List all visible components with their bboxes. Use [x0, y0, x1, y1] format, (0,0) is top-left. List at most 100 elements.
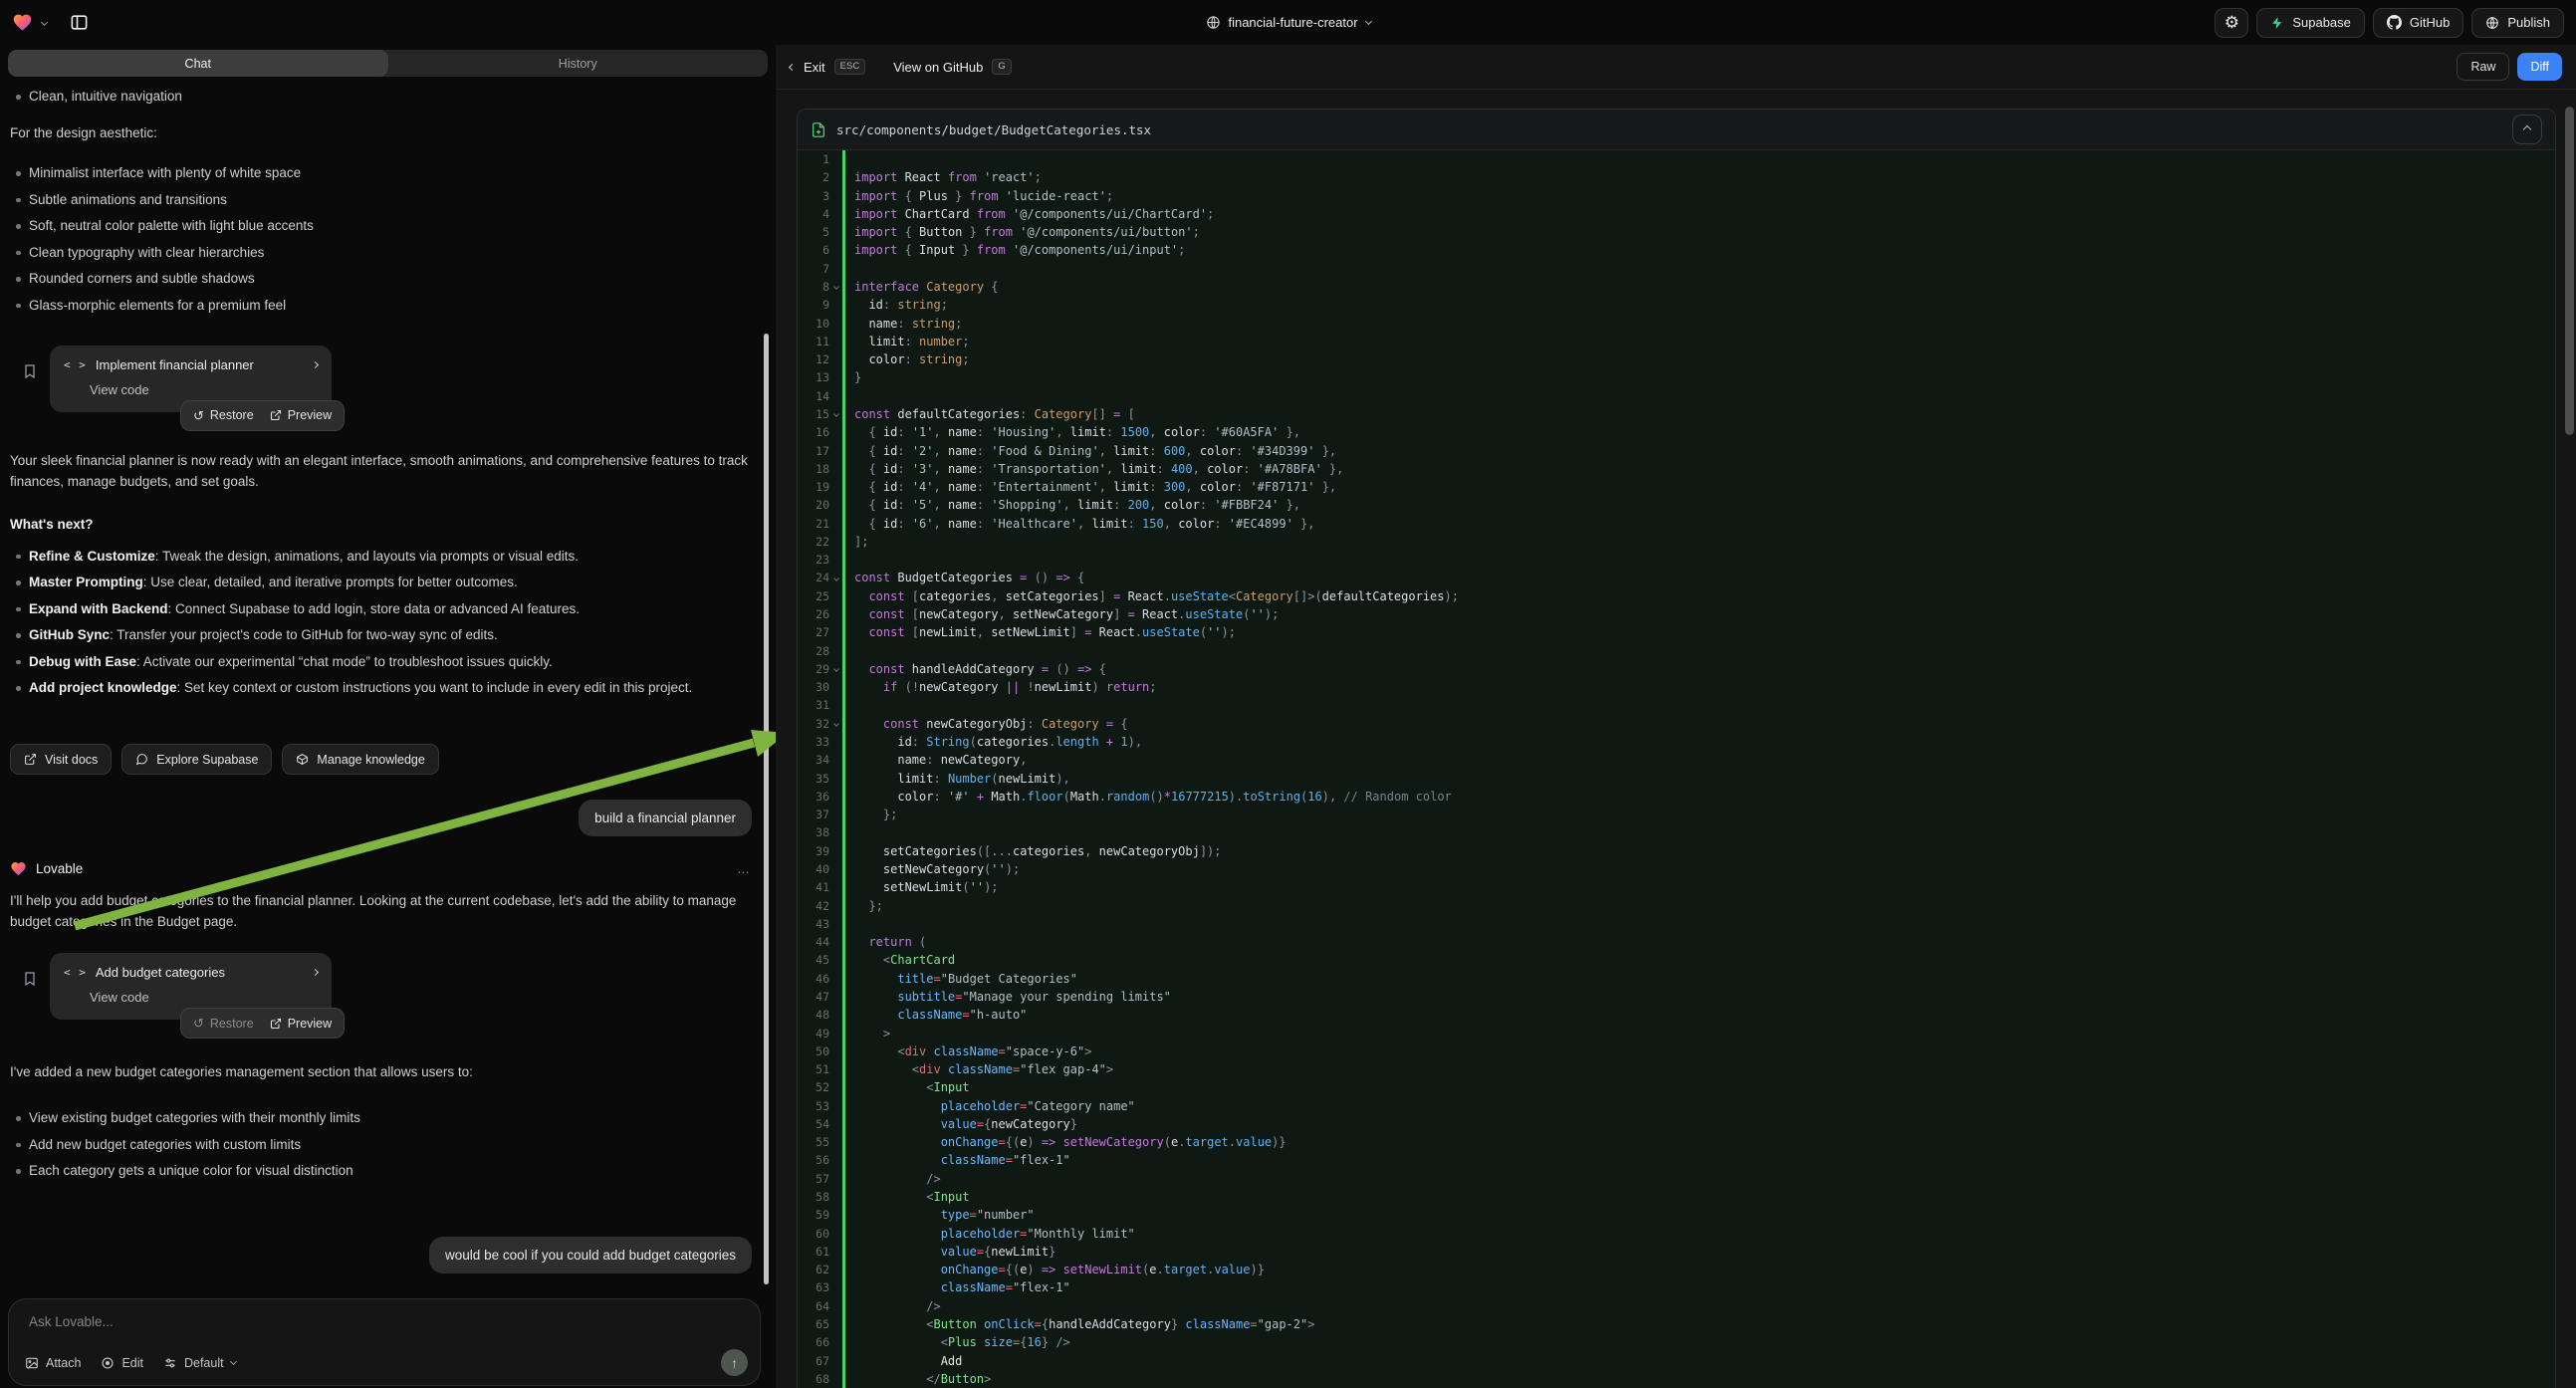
diff-toggle-button[interactable]: Diff: [2517, 53, 2562, 81]
sliders-icon: [163, 1356, 177, 1370]
code-line: 21 { id: '6', name: 'Healthcare', limit:…: [798, 515, 2555, 533]
code-line: 59 type="number": [798, 1206, 2555, 1224]
code-line: 44 return (: [798, 933, 2555, 951]
code-line: 57 />: [798, 1170, 2555, 1188]
send-button[interactable]: ↑: [721, 1349, 748, 1376]
tab-chat[interactable]: Chat: [8, 50, 388, 77]
code-line: 9 id: string;: [798, 296, 2555, 314]
code-line: 5import { Button } from '@/components/ui…: [798, 223, 2555, 241]
bullet-item: Debug with Ease: Activate our experiment…: [10, 652, 747, 672]
user-message: would be cool if you could add budget ca…: [429, 1237, 752, 1273]
external-link-icon: [24, 753, 37, 766]
scrolled-bullet-list: Clean, intuitive navigation: [10, 87, 766, 107]
chat-message-list[interactable]: Clean, intuitive navigation For the desi…: [0, 77, 776, 1284]
mode-selector[interactable]: Default: [163, 1356, 236, 1370]
edit-button[interactable]: Edit: [101, 1356, 143, 1370]
project-selector[interactable]: financial-future-creator: [1205, 0, 1370, 45]
chat-tabs: Chat History: [8, 50, 768, 77]
view-code-link[interactable]: View code: [90, 990, 149, 1005]
code-line: 14: [798, 387, 2555, 405]
bookmark-icon[interactable]: [22, 970, 38, 988]
github-button[interactable]: GitHub: [2373, 8, 2463, 38]
explore-supabase-button[interactable]: Explore Supabase: [121, 744, 272, 775]
version-title: Add budget categories: [96, 965, 304, 980]
code-line: 55 onChange={(e) => setNewCategory(e.tar…: [798, 1133, 2555, 1151]
code-line: 49 >: [798, 1025, 2555, 1042]
restore-button[interactable]: ↺ Restore: [193, 408, 254, 422]
gear-icon: ⚙: [2225, 13, 2239, 33]
chat-input[interactable]: Ask Lovable...: [29, 1314, 740, 1329]
assistant-paragraph: Your sleek financial planner is now read…: [10, 450, 755, 492]
attach-button[interactable]: Attach: [25, 1356, 81, 1370]
code-line: 41 setNewLimit('');: [798, 878, 2555, 896]
supabase-button[interactable]: Supabase: [2256, 8, 2365, 38]
assistant-paragraph: I'll help you add budget categories to t…: [10, 890, 755, 932]
code-line: 4import ChartCard from '@/components/ui/…: [798, 205, 2555, 223]
code-line: 37 };: [798, 806, 2555, 823]
panel-left-icon: [70, 13, 89, 32]
view-on-github-button[interactable]: View on GitHub G: [893, 59, 1011, 75]
next-steps-list: Refine & Customize: Tweak the design, an…: [10, 547, 766, 699]
chat-panel: Chat History Clean, intuitive navigation…: [0, 45, 776, 1388]
github-icon: [2387, 15, 2402, 30]
bullet-item: Expand with Backend: Connect Supabase to…: [10, 599, 747, 619]
settings-button[interactable]: ⚙: [2215, 8, 2248, 38]
chevron-up-icon: [2523, 125, 2531, 133]
code-line: 46 title="Budget Categories": [798, 970, 2555, 988]
user-message: build a financial planner: [579, 800, 752, 836]
version-card-implement-financial-planner: < > Implement financial planner View cod…: [50, 346, 332, 412]
toggle-sidebar-button[interactable]: [64, 8, 94, 38]
code-line: 33 id: String(categories.length + 1),: [798, 733, 2555, 751]
bullet-item: Minimalist interface with plenty of whit…: [10, 163, 747, 183]
code-line: 20 { id: '5', name: 'Shopping', limit: 2…: [798, 496, 2555, 514]
code-line: 47 subtitle="Manage your spending limits…: [798, 988, 2555, 1006]
globe-icon: [1205, 15, 1220, 30]
message-menu-button[interactable]: …: [737, 861, 752, 876]
code-scrollbar[interactable]: [2565, 107, 2574, 435]
exit-button[interactable]: Exit ESC: [790, 59, 865, 75]
preview-button[interactable]: Preview: [270, 1017, 332, 1031]
view-code-link[interactable]: View code: [90, 382, 149, 397]
code-line: 15const defaultCategories: Category[] = …: [798, 405, 2555, 423]
code-line: 7: [798, 260, 2555, 278]
lovable-logo-icon[interactable]: [12, 12, 33, 33]
whats-next-heading: What's next?: [10, 517, 766, 532]
bullet-item: View existing budget categories with the…: [10, 1108, 747, 1128]
code-editor[interactable]: 12import React from 'react';3import { Pl…: [798, 150, 2555, 1388]
chat-scrollbar[interactable]: [764, 334, 769, 1284]
code-line: 16 { id: '1', name: 'Housing', limit: 15…: [798, 423, 2555, 441]
code-line: 35 limit: Number(newLimit),: [798, 770, 2555, 788]
code-line: 2import React from 'react';: [798, 168, 2555, 186]
design-bullet-list: Minimalist interface with plenty of whit…: [10, 163, 766, 316]
restore-button[interactable]: ↺ Restore: [193, 1017, 254, 1031]
target-icon: [101, 1356, 115, 1370]
file-added-icon: [811, 121, 826, 138]
code-line: 38: [798, 823, 2555, 841]
suggestion-buttons: Visit docs Explore Supabase Manage knowl…: [10, 744, 766, 775]
code-line: 3import { Plus } from 'lucide-react';: [798, 187, 2555, 205]
logo-chevron-down-icon[interactable]: [41, 19, 48, 26]
publish-button[interactable]: Publish: [2471, 8, 2564, 38]
code-line: 58 <Input: [798, 1188, 2555, 1206]
chevron-left-icon: [789, 63, 796, 70]
bullet-item: Refine & Customize: Tweak the design, an…: [10, 547, 747, 567]
manage-knowledge-button[interactable]: Manage knowledge: [282, 744, 438, 775]
file-header[interactable]: src/components/budget/BudgetCategories.t…: [798, 110, 2555, 150]
tab-history[interactable]: History: [388, 50, 769, 77]
preview-button[interactable]: Preview: [270, 408, 332, 422]
code-line: 22];: [798, 533, 2555, 551]
code-line: 34 name: newCategory,: [798, 751, 2555, 769]
code-line: 48 className="h-auto": [798, 1006, 2555, 1024]
bullet-item: GitHub Sync: Transfer your project's cod…: [10, 625, 747, 645]
esc-key-badge: ESC: [834, 59, 866, 75]
code-line: 65 <Button onClick={handleAddCategory} c…: [798, 1315, 2555, 1333]
bookmark-icon[interactable]: [22, 362, 38, 380]
code-line: 10 name: string;: [798, 315, 2555, 333]
code-line: 56 className="flex-1": [798, 1151, 2555, 1169]
image-icon: [25, 1356, 39, 1370]
collapse-file-button[interactable]: [2512, 115, 2542, 144]
chevron-right-icon: [312, 969, 319, 976]
visit-docs-button[interactable]: Visit docs: [10, 744, 112, 775]
code-line: 68 </Button>: [798, 1370, 2555, 1388]
raw-toggle-button[interactable]: Raw: [2457, 53, 2509, 81]
